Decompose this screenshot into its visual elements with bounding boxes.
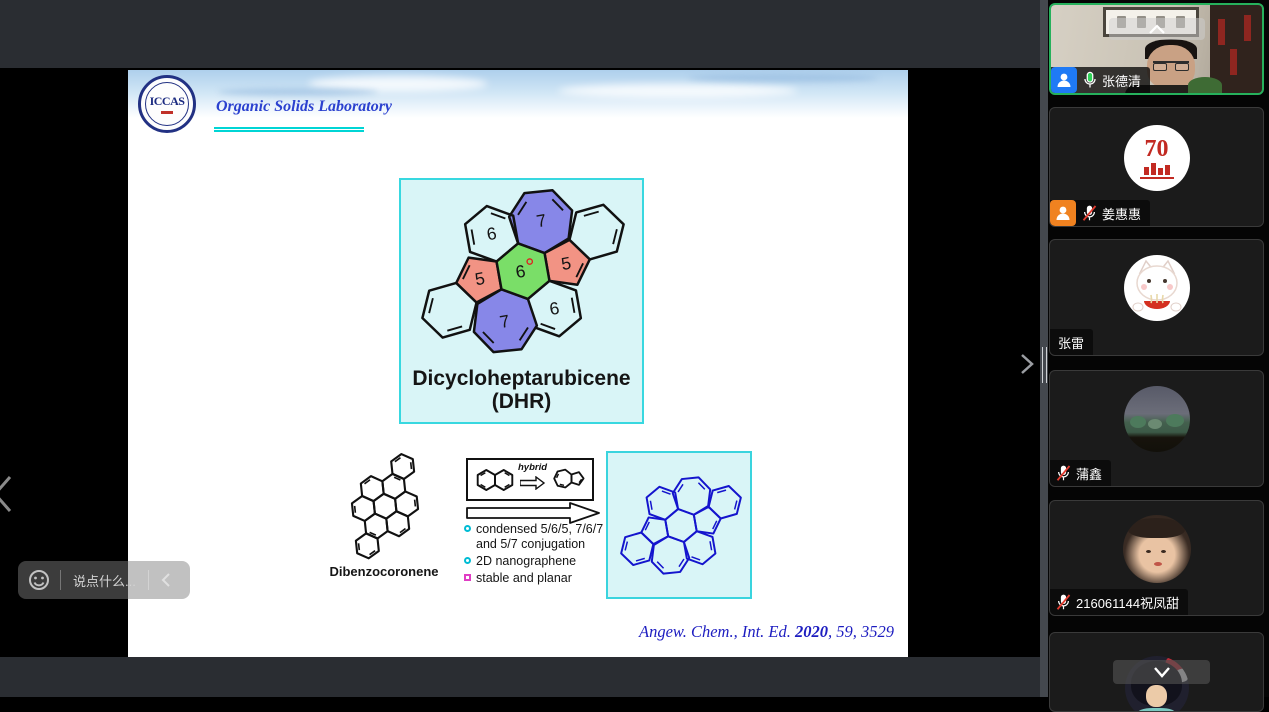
smiley-emoji-icon[interactable] xyxy=(28,569,50,591)
bullet-item: 2D nanographene xyxy=(464,554,610,569)
chat-quick-bar[interactable]: 说点什么... xyxy=(18,561,190,599)
participant-tile[interactable]: 蒲鑫 xyxy=(1049,370,1264,487)
plant xyxy=(1188,77,1222,93)
participant-name: 216061144祝凤甜 xyxy=(1076,593,1179,612)
chevron-left-icon[interactable] xyxy=(160,572,172,588)
dhr-title-line2: (DHR) xyxy=(401,390,642,414)
top-toolbar xyxy=(0,0,1040,68)
hybrid-label: hybrid xyxy=(518,462,547,473)
avatar-landscape-photo xyxy=(1124,386,1190,452)
dibenzocoronene-structure xyxy=(312,448,458,566)
divider xyxy=(148,570,149,590)
meeting-window: ICCAS Organic Solids Laboratory 7567566 … xyxy=(0,0,1269,697)
cloud-decoration xyxy=(688,74,878,82)
bullet-item: stable and planar xyxy=(464,571,610,586)
participant-tile[interactable]: 70 姜惠惠 xyxy=(1049,107,1264,227)
dhr-title-line1: Dicycloheptarubicene xyxy=(401,367,642,391)
naphthalene-structure xyxy=(474,468,518,494)
cloud-decoration xyxy=(558,84,798,98)
participant-tile[interactable]: 216061144祝凤甜 xyxy=(1049,500,1264,616)
iccas-logo: ICCAS xyxy=(138,75,196,133)
shared-screen-slide: ICCAS Organic Solids Laboratory 7567566 … xyxy=(128,70,908,657)
hybrid-arrow-icon xyxy=(520,476,546,490)
mic-muted-icon xyxy=(1082,204,1097,223)
participant-name: 张德清 xyxy=(1102,71,1141,90)
person-glasses xyxy=(1153,61,1189,70)
participant-name-badge: 张德清 xyxy=(1051,67,1150,93)
citation: Angew. Chem., Int. Ed. 2020, 59, 3529 xyxy=(508,622,894,642)
avatar-cat-cartoon xyxy=(1124,255,1190,321)
participant-name-badge: 姜惠惠 xyxy=(1050,200,1150,226)
participant-name-badge: 216061144祝凤甜 xyxy=(1050,589,1188,615)
scroll-up-button[interactable] xyxy=(1109,18,1205,40)
circle-bullet-icon xyxy=(464,557,471,564)
lab-title: Organic Solids Laboratory xyxy=(216,98,392,116)
participant-name: 张雷 xyxy=(1058,333,1084,352)
mic-muted-icon xyxy=(1056,593,1071,612)
divider xyxy=(60,570,61,590)
flow-arrow-icon xyxy=(466,502,602,524)
participant-tile-video[interactable]: 张德清 xyxy=(1049,3,1264,95)
dhr-blue-structure-box xyxy=(606,451,752,599)
role-person-icon xyxy=(1050,200,1076,226)
iccas-logo-mark xyxy=(161,111,173,114)
bullet-item: condensed 5/6/5, 7/6/7 and 5/7 conjugati… xyxy=(464,522,610,552)
participant-name: 姜惠惠 xyxy=(1102,204,1141,223)
dhr-title: Dicycloheptarubicene (DHR) xyxy=(401,367,642,414)
dhr-blue-structure xyxy=(612,459,750,593)
iccas-logo-text: ICCAS xyxy=(150,94,185,109)
participant-name: 蒲鑫 xyxy=(1076,464,1102,483)
circle-bullet-icon xyxy=(464,525,471,532)
chevron-down-icon xyxy=(1151,665,1173,679)
chat-input-placeholder[interactable]: 说点什么... xyxy=(73,571,136,590)
lab-title-underline xyxy=(214,127,364,132)
bullet-text: stable and planar xyxy=(476,571,572,586)
citation-journal: Angew. Chem., Int. Ed. xyxy=(639,622,795,641)
avatar-portrait-photo xyxy=(1123,515,1191,583)
participant-name-badge: 蒲鑫 xyxy=(1050,460,1111,486)
square-bullet-icon xyxy=(464,574,471,581)
azulene-structure xyxy=(548,464,592,496)
feature-bullet-list: condensed 5/6/5, 7/6/7 and 5/7 conjugati… xyxy=(464,522,610,588)
bullet-text: 2D nanographene xyxy=(476,554,576,569)
role-person-icon xyxy=(1051,67,1077,93)
dhr-molecule-diagram: 7567566 xyxy=(407,182,639,362)
panel-resize-handle[interactable] xyxy=(1042,347,1047,383)
bullet-text: condensed 5/6/5, 7/6/7 and 5/7 conjugati… xyxy=(476,522,610,552)
chevron-up-icon xyxy=(1147,22,1167,36)
scroll-down-button[interactable] xyxy=(1113,660,1210,684)
previous-chevron-icon[interactable] xyxy=(0,472,20,516)
svg-text:6: 6 xyxy=(485,223,498,244)
cloud-decoration xyxy=(218,88,378,96)
bottom-toolbar xyxy=(0,657,1040,697)
collapse-panel-chevron-icon[interactable] xyxy=(1019,352,1035,376)
participant-name-badge: 张雷 xyxy=(1050,329,1093,355)
mic-muted-icon xyxy=(1056,464,1071,483)
avatar-70-logo: 70 xyxy=(1124,125,1190,191)
hybrid-concept-box: hybrid xyxy=(466,458,594,501)
participants-panel: 张德清 70 姜惠惠 xyxy=(1048,0,1269,697)
dhr-figure-box: 7567566 Dicycloheptarubicene (DHR) xyxy=(399,178,644,424)
mic-on-icon xyxy=(1083,71,1097,90)
citation-pages: , 59, 3529 xyxy=(828,622,894,641)
dibenzocoronene-label: Dibenzocoronene xyxy=(304,564,464,579)
participant-tile[interactable]: 张雷 xyxy=(1049,239,1264,356)
citation-year: 2020 xyxy=(795,622,828,641)
svg-text:6: 6 xyxy=(548,298,561,319)
